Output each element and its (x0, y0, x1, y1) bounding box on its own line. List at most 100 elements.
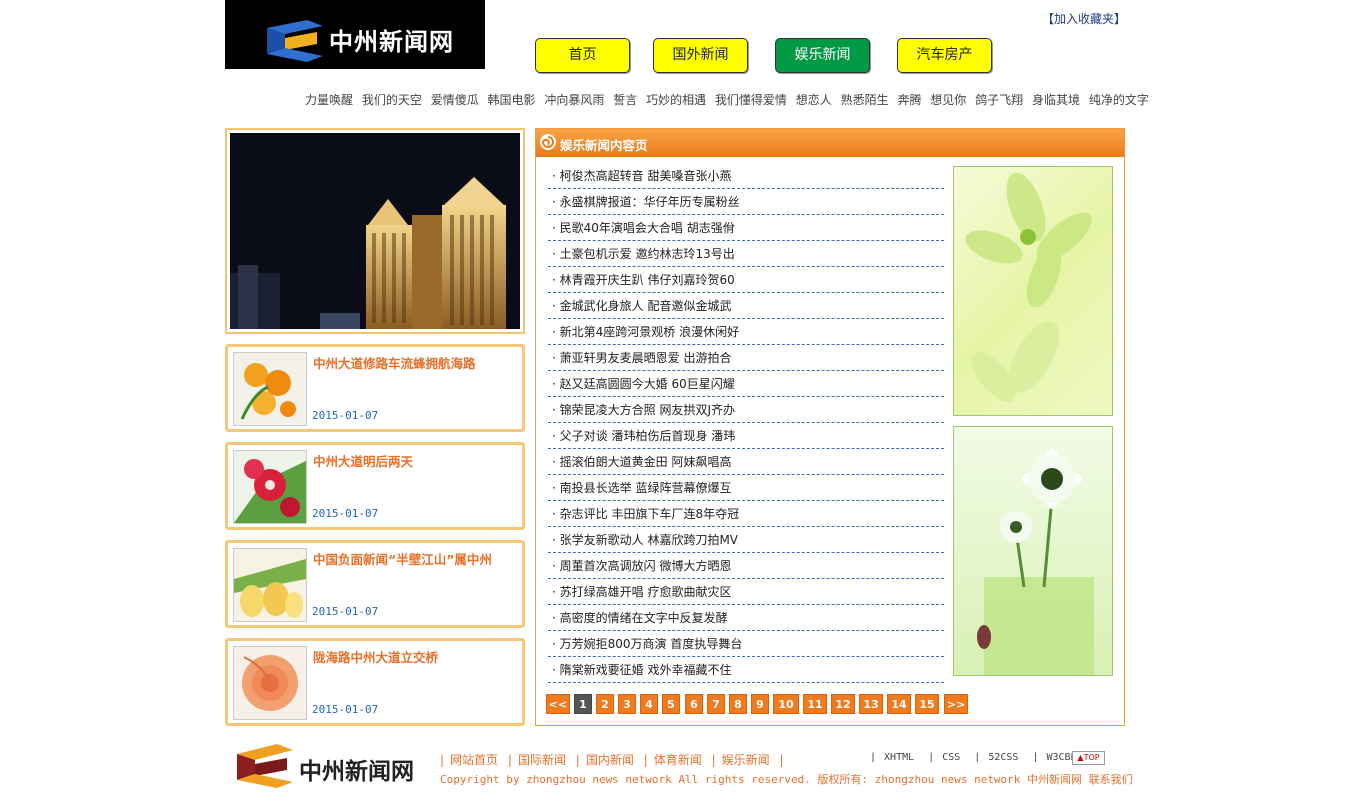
news-card-title[interactable]: 中州大道明后两天 (313, 451, 413, 470)
footer-link[interactable]: 体育新闻 (654, 753, 702, 767)
tag-link[interactable]: 鸽子飞翔 (975, 93, 1023, 107)
tag-link[interactable]: 纯净的文字 (1089, 93, 1149, 107)
news-item-title[interactable]: 父子对谈 潘玮柏伤后首现身 潘玮 (560, 429, 736, 443)
news-list-item[interactable]: · 金城武化身旅人 配音邀似金城武 (548, 293, 944, 319)
news-card[interactable]: 中国负面新闻“半壁江山”属中州 2015-01-07 (225, 540, 525, 628)
news-list-item[interactable]: · 民歌40年演唱会大合唱 胡志强佾 (548, 215, 944, 241)
news-item-title[interactable]: 周董首次高调放闪 微博大方晒恩 (560, 559, 732, 573)
news-card[interactable]: 中州大道明后两天 2015-01-07 (225, 442, 525, 530)
news-item-title[interactable]: 赵又廷高圆圆今大婚 60巨星闪耀 (560, 377, 735, 391)
news-item-title[interactable]: 民歌40年演唱会大合唱 胡志强佾 (560, 221, 735, 235)
tag-link[interactable]: 爱情傻瓜 (431, 93, 479, 107)
back-to-top-button[interactable]: ▲TOP (1072, 751, 1105, 765)
tag-link[interactable]: 身临其境 (1032, 93, 1080, 107)
tag-link[interactable]: 我们懂得爱情 (715, 93, 787, 107)
news-list-item[interactable]: · 摇滚伯朗大道黄金田 阿妹飙唱高 (548, 449, 944, 475)
nav-world-news-button[interactable]: 国外新闻 (653, 38, 748, 73)
tag-link[interactable]: 想恋人 (796, 93, 832, 107)
news-item-title[interactable]: 摇滚伯朗大道黄金田 阿妹飙唱高 (560, 455, 732, 469)
tag-link[interactable]: 奔腾 (897, 93, 921, 107)
news-item-title[interactable]: 锦荣昆凌大方合照 网友拱双J齐办 (560, 403, 735, 417)
news-item-title[interactable]: 南投县长选举 蓝绿阵营幕僚爆互 (560, 481, 732, 495)
news-item-title[interactable]: 柯俊杰高超转音 甜美嗓音张小燕 (560, 169, 732, 183)
footer-link[interactable]: 网站首页 (450, 753, 498, 767)
news-list-item[interactable]: · 周董首次高调放闪 微博大方晒恩 (548, 553, 944, 579)
news-card-title[interactable]: 中州大道修路车流蜂拥航海路 (313, 353, 476, 372)
page-button[interactable]: 8 (729, 694, 747, 714)
yellow-tulip-thumbnail (233, 548, 307, 622)
page-button[interactable]: 12 (831, 694, 855, 714)
footer-link[interactable]: 国际新闻 (518, 753, 566, 767)
badge-link[interactable]: 52CSS (988, 752, 1018, 763)
nav-home-button[interactable]: 首页 (535, 38, 630, 73)
hero-building-image (230, 133, 520, 329)
page-button[interactable]: 15 (915, 694, 939, 714)
page-button[interactable]: 6 (685, 694, 703, 714)
news-list-item[interactable]: · 万芳婉拒800万商演 首度执导舞台 (548, 631, 944, 657)
news-item-title[interactable]: 永盛棋牌报道：华仔年历专属粉丝 (560, 195, 740, 209)
tag-link[interactable]: 想见你 (930, 93, 966, 107)
page-button[interactable]: 7 (707, 694, 725, 714)
page-button-current[interactable]: 1 (574, 694, 592, 714)
news-list-item[interactable]: · 新北第4座跨河景观桥 浪漫休闲好 (548, 319, 944, 345)
prev-page-button[interactable]: << (546, 694, 570, 714)
news-item-title[interactable]: 高密度的情绪在文字中反复发酵 (560, 611, 728, 625)
page-button[interactable]: 14 (887, 694, 911, 714)
footer-logo-mark-icon (237, 744, 293, 788)
news-item-title[interactable]: 林青霞开庆生趴 伟仔刘嘉玲贺60 (560, 273, 735, 287)
news-item-title[interactable]: 土豪包机示爱 邀约林志玲13号出 (560, 247, 735, 261)
news-list-item[interactable]: · 柯俊杰高超转音 甜美嗓音张小燕 (548, 163, 944, 189)
news-list-item[interactable]: · 林青霞开庆生趴 伟仔刘嘉玲贺60 (548, 267, 944, 293)
news-card-title[interactable]: 中国负面新闻“半壁江山”属中州 (313, 549, 492, 568)
news-card-title[interactable]: 陇海路中州大道立交桥 (313, 647, 438, 666)
page-button[interactable]: 5 (662, 694, 680, 714)
page-button[interactable]: 4 (640, 694, 658, 714)
news-item-title[interactable]: 新北第4座跨河景观桥 浪漫休闲好 (560, 325, 739, 339)
news-item-title[interactable]: 隋棠新戏要征婚 戏外幸福藏不住 (560, 663, 732, 677)
news-list-item[interactable]: · 锦荣昆凌大方合照 网友拱双J齐办 (548, 397, 944, 423)
news-item-title[interactable]: 张学友新歌动人 林嘉欣跨刀拍MV (560, 533, 738, 547)
news-item-title[interactable]: 杂志评比 丰田旗下车厂连8年夺冠 (560, 507, 739, 521)
tag-link[interactable]: 誓言 (613, 93, 637, 107)
news-list-item[interactable]: · 苏打绿高雄开唱 疗愈歌曲献灾区 (548, 579, 944, 605)
news-list-item[interactable]: · 赵又廷高圆圆今大婚 60巨星闪耀 (548, 371, 944, 397)
badge-link[interactable]: CSS (942, 752, 960, 763)
footer-link[interactable]: 国内新闻 (586, 753, 634, 767)
news-list-item[interactable]: · 高密度的情绪在文字中反复发酵 (548, 605, 944, 631)
page-button[interactable]: 10 (773, 694, 799, 714)
footer-link[interactable]: 娱乐新闻 (722, 753, 770, 767)
next-page-button[interactable]: >> (944, 694, 968, 714)
page-button[interactable]: 11 (803, 694, 827, 714)
news-list-item[interactable]: · 萧亚轩男友麦晨晒恩爱 出游拍合 (548, 345, 944, 371)
news-list-item[interactable]: · 永盛棋牌报道：华仔年历专属粉丝 (548, 189, 944, 215)
news-list-item[interactable]: · 隋棠新戏要征婚 戏外幸福藏不住 (548, 657, 944, 683)
news-item-title[interactable]: 万芳婉拒800万商演 首度执导舞台 (560, 637, 743, 651)
nav-entertainment-button[interactable]: 娱乐新闻 (775, 38, 870, 73)
page-button[interactable]: 3 (618, 694, 636, 714)
news-list-item[interactable]: · 土豪包机示爱 邀约林志玲13号出 (548, 241, 944, 267)
news-list-item[interactable]: · 张学友新歌动人 林嘉欣跨刀拍MV (548, 527, 944, 553)
news-item-title[interactable]: 苏打绿高雄开唱 疗愈歌曲献灾区 (560, 585, 732, 599)
tag-link[interactable]: 熟悉陌生 (841, 93, 889, 107)
news-list-item[interactable]: · 南投县长选举 蓝绿阵营幕僚爆互 (548, 475, 944, 501)
nav-auto-house-button[interactable]: 汽车房产 (897, 38, 992, 73)
news-item-title[interactable]: 萧亚轩男友麦晨晒恩爱 出游拍合 (560, 351, 732, 365)
site-logo[interactable]: 中州新闻网 (225, 0, 485, 69)
badge-link[interactable]: XHTML (884, 752, 914, 763)
news-card[interactable]: 中州大道修路车流蜂拥航海路 2015-01-07 (225, 344, 525, 432)
tag-link[interactable]: 我们的天空 (362, 93, 422, 107)
page-button[interactable]: 9 (751, 694, 769, 714)
page-button[interactable]: 2 (596, 694, 614, 714)
tag-link[interactable]: 冲向暴风雨 (544, 93, 604, 107)
tag-link[interactable]: 巧妙的相遇 (646, 93, 706, 107)
footer-logo[interactable]: 中州新闻网 (237, 744, 437, 792)
news-item-title[interactable]: 金城武化身旅人 配音邀似金城武 (560, 299, 732, 313)
hero-image-frame[interactable] (225, 128, 525, 334)
news-list-item[interactable]: · 父子对谈 潘玮柏伤后首现身 潘玮 (548, 423, 944, 449)
page-button[interactable]: 13 (859, 694, 883, 714)
tag-link[interactable]: 韩国电影 (488, 93, 536, 107)
tag-link[interactable]: 力量唤醒 (305, 93, 353, 107)
news-card[interactable]: 陇海路中州大道立交桥 2015-01-07 (225, 638, 525, 726)
news-list-item[interactable]: · 杂志评比 丰田旗下车厂连8年夺冠 (548, 501, 944, 527)
add-favorite-link[interactable]: 【加入收藏夹】 (1042, 10, 1126, 27)
